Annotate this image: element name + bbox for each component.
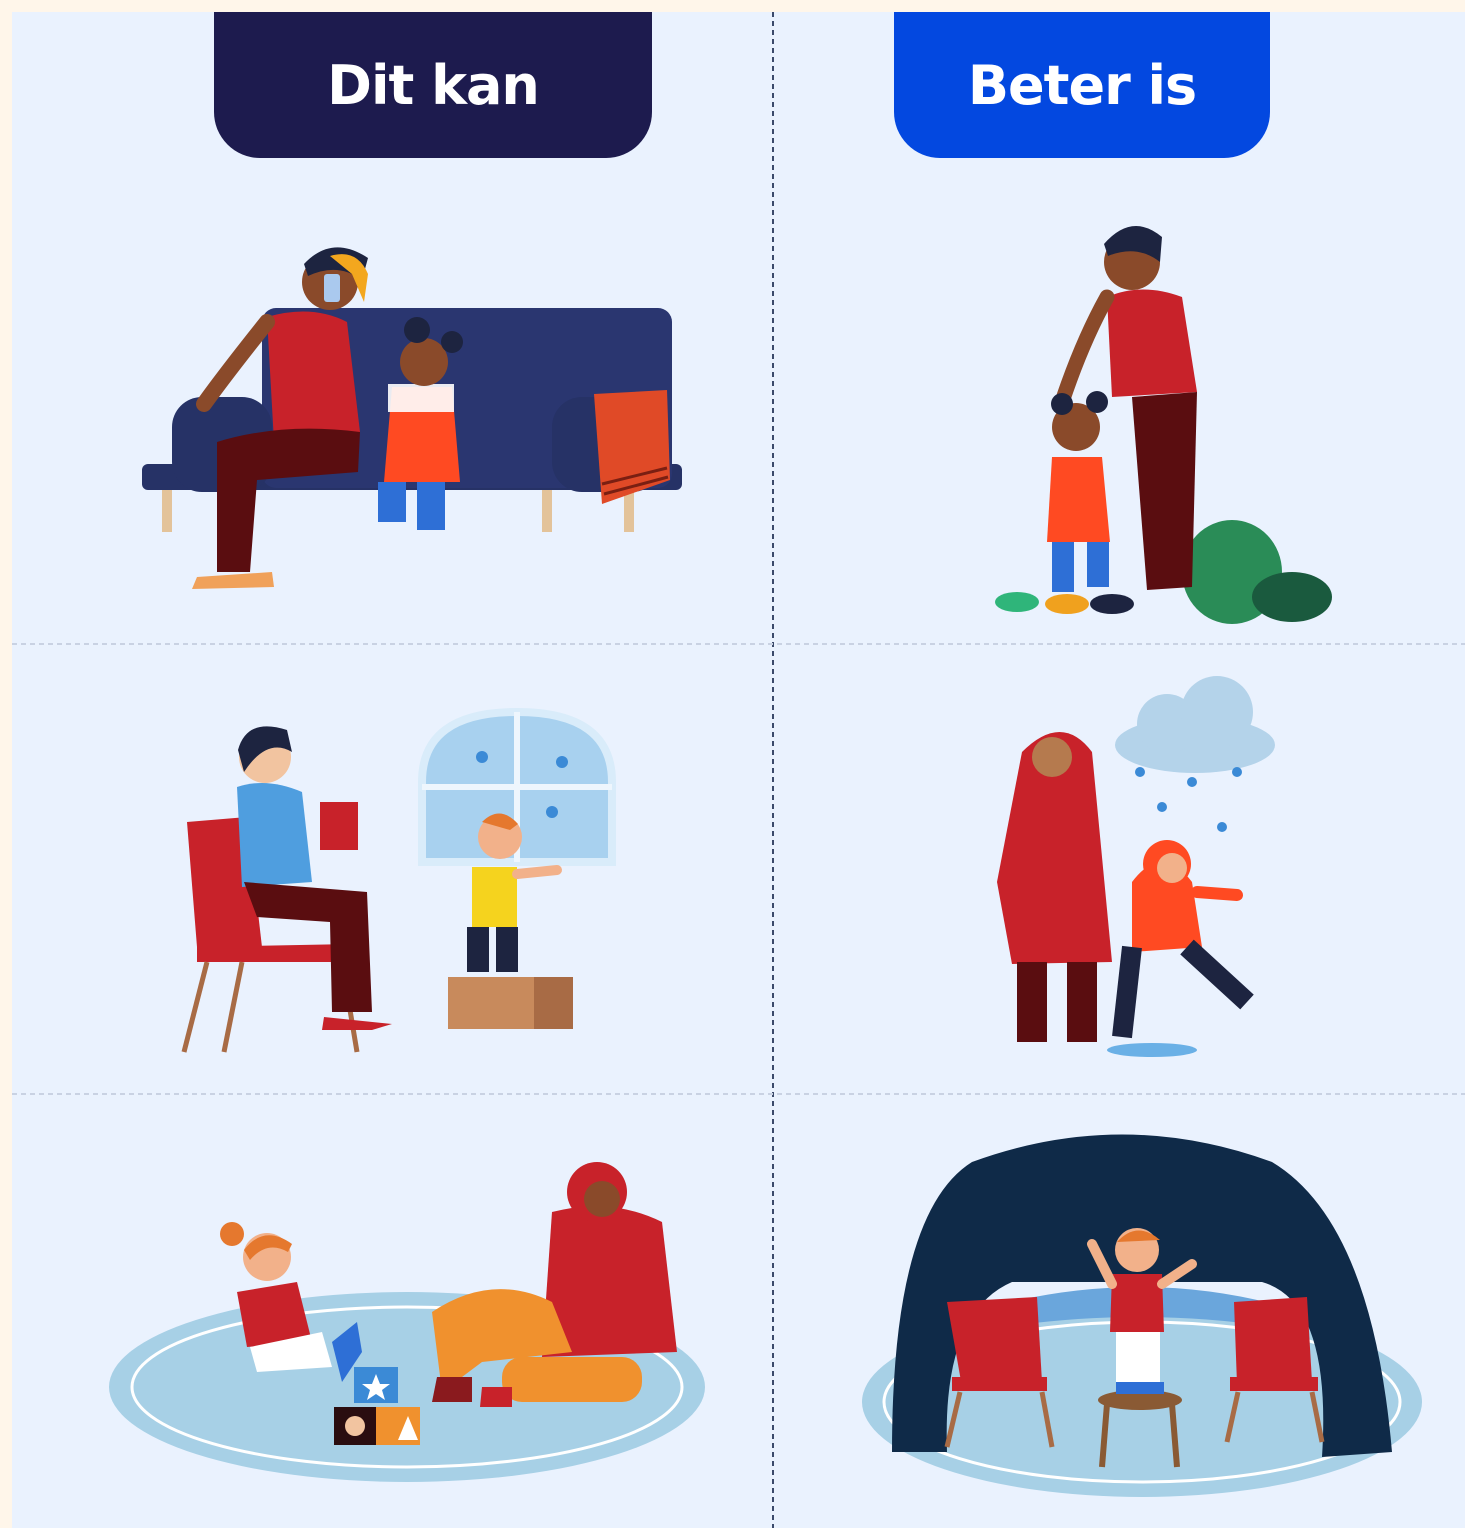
tab-beter-is-label: Beter is [967,53,1197,117]
scene-reading-window [181,707,616,1053]
scene-rug-play [109,1162,705,1482]
tab-dit-kan-label: Dit kan [327,53,540,117]
scene-rain-play [997,676,1275,1057]
tab-dit-kan: Dit kan [214,12,652,158]
comparison-panel: Dit kan Beter is [12,12,1465,1528]
scene-blanket-fort [862,1134,1422,1497]
scene-sofa-phone [142,247,682,589]
illustration-canvas [12,12,1465,1528]
tab-beter-is: Beter is [894,12,1270,158]
scene-stepping-stones [995,226,1332,624]
